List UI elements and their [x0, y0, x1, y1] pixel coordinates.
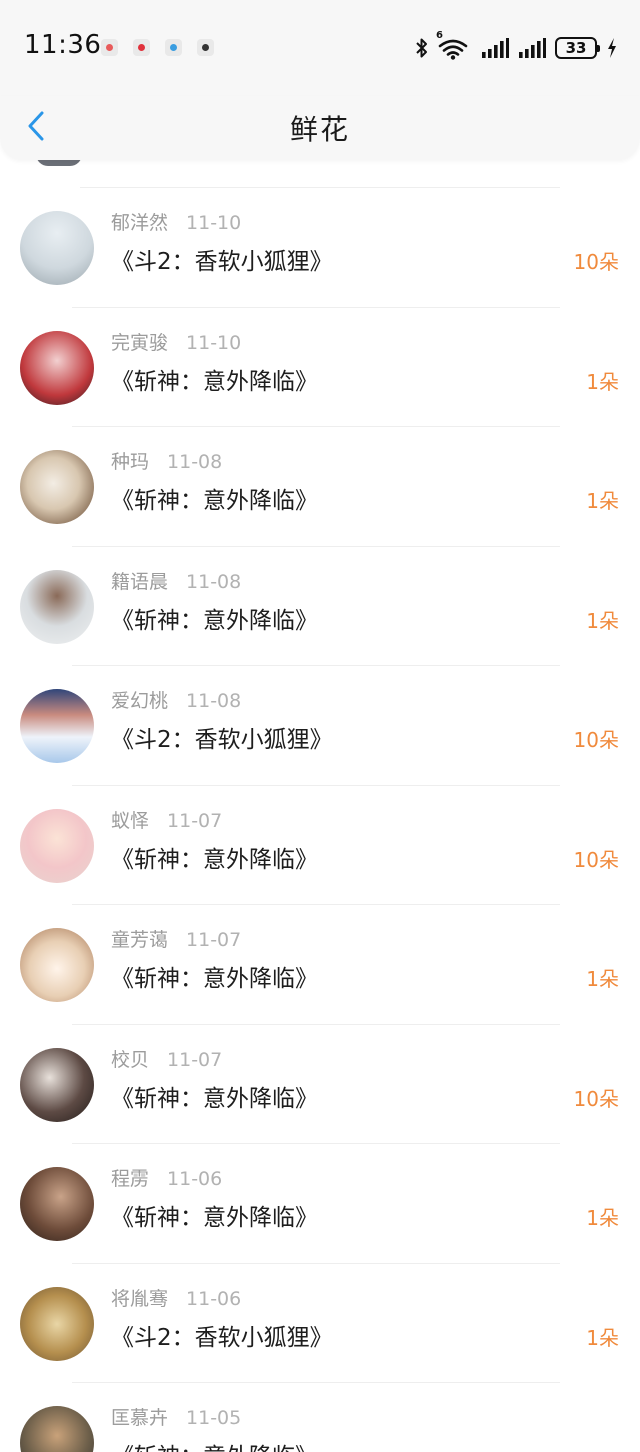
gift-date: 11-08 — [167, 451, 223, 473]
user-name[interactable]: 种玛 — [111, 451, 149, 473]
list-item[interactable]: 完寅骏 11-10 《斩神：意外降临》 1朵 — [0, 308, 640, 427]
wifi-icon: 6 — [436, 30, 472, 60]
user-name[interactable]: 爱幻桃 — [111, 690, 168, 712]
user-name[interactable]: 完寅骏 — [111, 332, 168, 354]
gift-date: 11-06 — [167, 1168, 223, 1190]
flower-count: 1朵 — [586, 369, 619, 394]
item-meta: 完寅骏 11-10 — [111, 328, 241, 355]
charging-icon — [608, 38, 616, 58]
user-name[interactable]: 校贝 — [111, 1049, 149, 1071]
signal-icon — [482, 38, 509, 58]
user-name[interactable]: 将胤骞 — [111, 1288, 168, 1310]
book-title[interactable]: 《斗2：香软小狐狸》 — [111, 1318, 333, 1352]
list-item[interactable]: 匡慕卉 11-05 《斩神：意外降临》 — [0, 1383, 640, 1452]
notification-app-icon — [133, 39, 150, 56]
item-meta: 匡慕卉 11-05 — [111, 1403, 241, 1430]
avatar[interactable] — [20, 928, 94, 1002]
flower-count: 1朵 — [586, 489, 619, 513]
list-item[interactable]: 郁洋然 11-10 《斗2：香软小狐狸》 10朵 — [0, 188, 640, 308]
user-name[interactable]: 郁洋然 — [111, 212, 168, 234]
notification-icons — [101, 39, 214, 56]
item-meta: 童芳蔼 11-07 — [111, 925, 241, 952]
avatar[interactable] — [20, 689, 94, 763]
avatar[interactable] — [20, 450, 94, 524]
user-name[interactable]: 蚁怿 — [111, 810, 149, 832]
book-title[interactable]: 《斩神：意外降临》 — [111, 1437, 318, 1452]
gift-date: 11-05 — [186, 1407, 242, 1429]
page-title: 鲜花 — [289, 113, 350, 146]
user-name[interactable]: 童芳蔼 — [111, 929, 168, 951]
item-meta: 籍语晨 11-08 — [111, 567, 241, 594]
flower-count: 1朵 — [586, 608, 619, 633]
gift-date: 11-07 — [167, 1048, 223, 1071]
gift-date: 11-10 — [186, 212, 242, 234]
book-title[interactable]: 《斩神：意外降临》 — [111, 481, 318, 515]
list-item[interactable]: 童芳蔼 11-07 《斩神：意外降临》 1朵 — [0, 905, 640, 1025]
item-meta: 将胤骞 11-06 — [111, 1284, 241, 1311]
book-title[interactable]: 《斗2：香软小狐狸》 — [111, 242, 333, 276]
book-title[interactable]: 《斩神：意外降临》 — [111, 362, 318, 396]
avatar[interactable] — [20, 569, 94, 644]
avatar[interactable] — [20, 1286, 94, 1361]
list-item[interactable]: 爱幻桃 11-08 《斗2：香软小狐狸》 10朵 — [0, 666, 640, 786]
flower-count: 10朵 — [573, 728, 619, 752]
status-bar: 11:36 6 33 — [0, 0, 640, 96]
flower-count: 10朵 — [573, 847, 619, 872]
flower-count: 1朵 — [586, 1325, 619, 1350]
list-item[interactable]: 蚁怿 11-07 《斩神：意外降临》 10朵 — [0, 786, 640, 905]
avatar[interactable] — [20, 1167, 94, 1241]
flower-gift-list: 郁洋然 11-10 《斗2：香软小狐狸》 10朵 完寅骏 11-10 《斩神：意外降临》 1朵… — [0, 160, 640, 1452]
book-title[interactable]: 《斩神：意外降临》 — [111, 959, 318, 993]
status-time: 11:36 — [24, 30, 102, 60]
flower-count: 10朵 — [573, 1086, 619, 1111]
item-meta: 程雳 11-06 — [111, 1164, 222, 1191]
book-title[interactable]: 《斩神：意外降临》 — [111, 1079, 318, 1113]
avatar[interactable] — [20, 330, 94, 405]
book-title[interactable]: 《斩神：意外降临》 — [111, 601, 318, 635]
book-title[interactable]: 《斩神：意外降临》 — [111, 1198, 318, 1232]
avatar — [36, 160, 82, 166]
gift-date: 11-08 — [186, 690, 242, 712]
gift-date: 11-06 — [186, 1287, 242, 1310]
battery-icon: 33 — [555, 37, 600, 59]
nav-header: 鲜花 — [0, 96, 640, 160]
list-item[interactable]: 籍语晨 11-08 《斩神：意外降临》 1朵 — [0, 547, 640, 666]
item-meta: 郁洋然 11-10 — [111, 208, 241, 235]
avatar[interactable] — [20, 1047, 94, 1122]
list-item[interactable]: 将胤骞 11-06 《斗2：香软小狐狸》 1朵 — [0, 1264, 640, 1383]
item-meta: 蚁怿 11-07 — [111, 806, 222, 833]
flower-count: 1朵 — [586, 967, 619, 991]
notification-app-icon — [101, 39, 118, 56]
book-title[interactable]: 《斩神：意外降临》 — [111, 840, 318, 874]
user-name[interactable]: 籍语晨 — [111, 571, 168, 593]
list-item[interactable]: 种玛 11-08 《斩神：意外降临》 1朵 — [0, 427, 640, 547]
user-name[interactable]: 匡慕卉 — [111, 1407, 168, 1429]
avatar[interactable] — [20, 211, 94, 285]
signal-icon — [519, 38, 546, 58]
avatar[interactable] — [20, 1406, 94, 1452]
gift-date: 11-08 — [186, 570, 242, 593]
book-title[interactable]: 《斗2：香软小狐狸》 — [111, 720, 333, 754]
bluetooth-icon — [416, 38, 427, 58]
flower-count: 10朵 — [573, 250, 619, 274]
notification-app-icon — [165, 39, 182, 56]
user-name[interactable]: 程雳 — [111, 1168, 149, 1190]
item-meta: 爱幻桃 11-08 — [111, 686, 241, 713]
item-meta: 种玛 11-08 — [111, 447, 222, 474]
system-icons: 6 33 — [415, 30, 618, 62]
flower-count: 1朵 — [586, 1206, 619, 1230]
gift-date: 11-07 — [186, 929, 242, 951]
gift-date: 11-07 — [167, 809, 223, 832]
avatar[interactable] — [20, 808, 94, 883]
list-item[interactable]: 校贝 11-07 《斩神：意外降临》 10朵 — [0, 1025, 640, 1144]
item-meta: 校贝 11-07 — [111, 1045, 222, 1072]
wifi-6-badge: 6 — [436, 30, 443, 41]
battery-level: 33 — [565, 39, 587, 57]
notification-app-icon — [197, 39, 214, 56]
gift-date: 11-10 — [186, 331, 242, 354]
list-item[interactable]: 程雳 11-06 《斩神：意外降临》 1朵 — [0, 1144, 640, 1264]
